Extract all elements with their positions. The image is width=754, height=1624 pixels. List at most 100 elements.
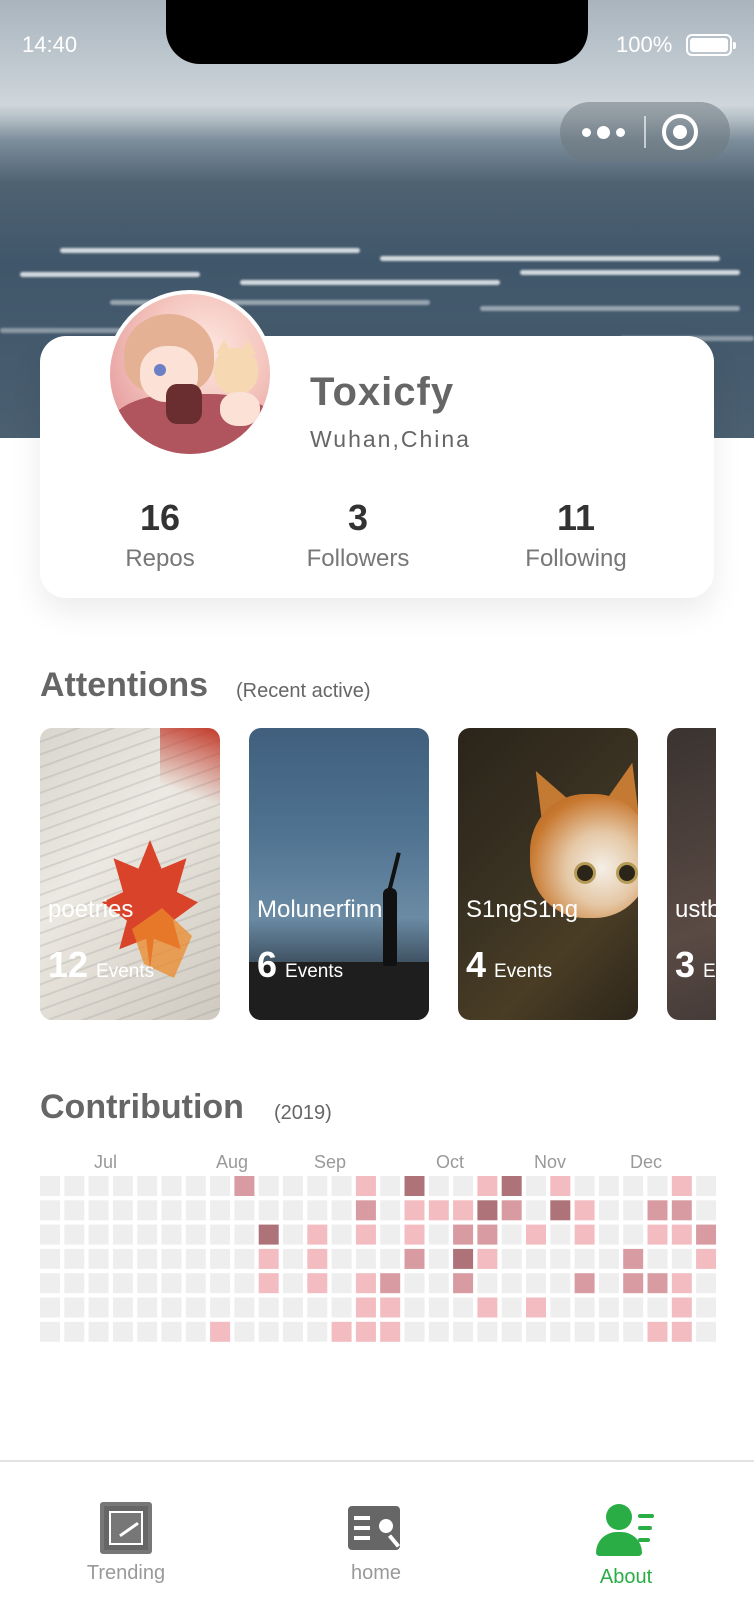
- contribution-cell: [185, 1248, 206, 1269]
- contribution-cell: [526, 1248, 546, 1269]
- contribution-cell: [307, 1273, 328, 1294]
- contribution-cell: [428, 1248, 449, 1269]
- attentions-carousel[interactable]: poetries 12 Events Molunerfinn 6 Events S1…: [40, 728, 716, 1020]
- battery-percent: 100%: [616, 32, 673, 57]
- contribution-cell: [88, 1297, 109, 1318]
- contribution-cell: [428, 1176, 449, 1196]
- contribution-cell: [404, 1321, 425, 1342]
- contribution-cell: [40, 1321, 60, 1342]
- contribution-cell: [574, 1200, 595, 1221]
- contribution-cell: [501, 1321, 522, 1342]
- contribution-cell: [550, 1321, 571, 1342]
- tab-trending[interactable]: Trending: [46, 1502, 206, 1602]
- contribution-cell: [161, 1200, 182, 1221]
- stat-following[interactable]: 11 Following: [486, 494, 666, 576]
- user-name: Toxicfy: [310, 370, 455, 414]
- contribution-cell: [404, 1224, 425, 1245]
- tab-label: About: [599, 1566, 653, 1588]
- contribution-cell: [671, 1297, 692, 1318]
- contribution-cell: [331, 1224, 352, 1245]
- contribution-cell: [647, 1176, 668, 1196]
- contribution-cell: [283, 1200, 303, 1221]
- contribution-cell: [404, 1297, 425, 1318]
- tab-label: home: [350, 1562, 402, 1584]
- stat-label: Followers: [306, 545, 410, 572]
- contribution-cell: [501, 1297, 522, 1318]
- stat-followers[interactable]: 3 Followers: [268, 494, 448, 576]
- contribution-cell: [671, 1200, 692, 1221]
- contribution-cell: [623, 1273, 644, 1294]
- contribution-cell: [598, 1224, 619, 1245]
- contribution-cell: [574, 1297, 595, 1318]
- tab-about[interactable]: About: [546, 1502, 706, 1602]
- contribution-cell: [574, 1321, 595, 1342]
- contribution-cell: [331, 1248, 352, 1269]
- attention-card-ustb[interactable]: ustb 3 Events: [667, 728, 716, 1020]
- stat-value: 3: [347, 497, 369, 538]
- attention-name: Molunerfinn: [257, 896, 383, 923]
- contribution-cell: [453, 1176, 474, 1196]
- close-target-icon[interactable]: [662, 114, 698, 150]
- contribution-cell: [234, 1176, 255, 1196]
- contribution-cell: [64, 1297, 85, 1318]
- contribution-cell: [355, 1297, 376, 1318]
- contribution-cell: [40, 1200, 60, 1221]
- contribution-cell: [598, 1248, 619, 1269]
- contribution-cell: [283, 1273, 303, 1294]
- contribution-cell: [307, 1248, 328, 1269]
- attention-count: 4: [466, 944, 487, 985]
- tab-home[interactable]: home: [296, 1502, 456, 1602]
- contribution-cell: [283, 1321, 303, 1342]
- contribution-cell: [355, 1273, 376, 1294]
- contribution-cell: [623, 1200, 644, 1221]
- attention-count: 3: [675, 944, 696, 985]
- contribution-cell: [40, 1248, 60, 1269]
- contribution-cell: [671, 1224, 692, 1245]
- attention-card-poetries[interactable]: poetries 12 Events: [40, 728, 220, 1020]
- contribution-cell: [574, 1224, 595, 1245]
- attention-name: ustb: [675, 896, 716, 923]
- contribution-cell: [64, 1224, 85, 1245]
- contribution-heatmap: [40, 1176, 716, 1342]
- contribution-cell: [88, 1273, 109, 1294]
- attention-name: poetries: [48, 896, 134, 923]
- contribution-cell: [64, 1273, 85, 1294]
- contribution-cell: [283, 1176, 303, 1196]
- contribution-cell: [234, 1273, 255, 1294]
- contribution-cell: [623, 1248, 644, 1269]
- contribution-cell: [623, 1297, 644, 1318]
- contribution-cell: [477, 1297, 498, 1318]
- attention-unit: Events: [285, 961, 344, 982]
- month-label: Jul: [94, 1152, 118, 1172]
- contribution-cell: [355, 1321, 376, 1342]
- contribution-cell: [428, 1200, 449, 1221]
- contribution-cell: [428, 1297, 449, 1318]
- contribution-cell: [355, 1248, 376, 1269]
- contribution-cell: [671, 1176, 692, 1196]
- contribution-cell: [380, 1321, 401, 1342]
- contribution-cell: [185, 1273, 206, 1294]
- contribution-cell: [161, 1273, 182, 1294]
- contribution-cell: [137, 1200, 158, 1221]
- contribution-cell: [307, 1200, 328, 1221]
- contribution-cell: [137, 1273, 158, 1294]
- stat-repos[interactable]: 16 Repos: [70, 494, 250, 576]
- avatar[interactable]: [106, 290, 274, 458]
- contribution-cell: [453, 1248, 474, 1269]
- contribution-cell: [598, 1321, 619, 1342]
- contribution-cell: [526, 1200, 546, 1221]
- contribution-cell: [453, 1321, 474, 1342]
- month-label: Oct: [436, 1152, 465, 1172]
- attention-card-molunerfinn[interactable]: Molunerfinn 6 Events: [249, 728, 429, 1020]
- contribution-cell: [161, 1248, 182, 1269]
- contribution-cell: [112, 1248, 133, 1269]
- contribution-cell: [258, 1273, 279, 1294]
- tab-label: Trending: [86, 1562, 166, 1584]
- attention-card-s1ngs1ng[interactable]: S1ngS1ng 4 Events: [458, 728, 638, 1020]
- contribution-cell: [501, 1273, 522, 1294]
- contribution-cell: [696, 1273, 716, 1294]
- contribution-cell: [501, 1176, 522, 1196]
- more-icon[interactable]: [582, 121, 638, 143]
- contribution-cell: [112, 1200, 133, 1221]
- attention-unit: Events: [703, 961, 716, 982]
